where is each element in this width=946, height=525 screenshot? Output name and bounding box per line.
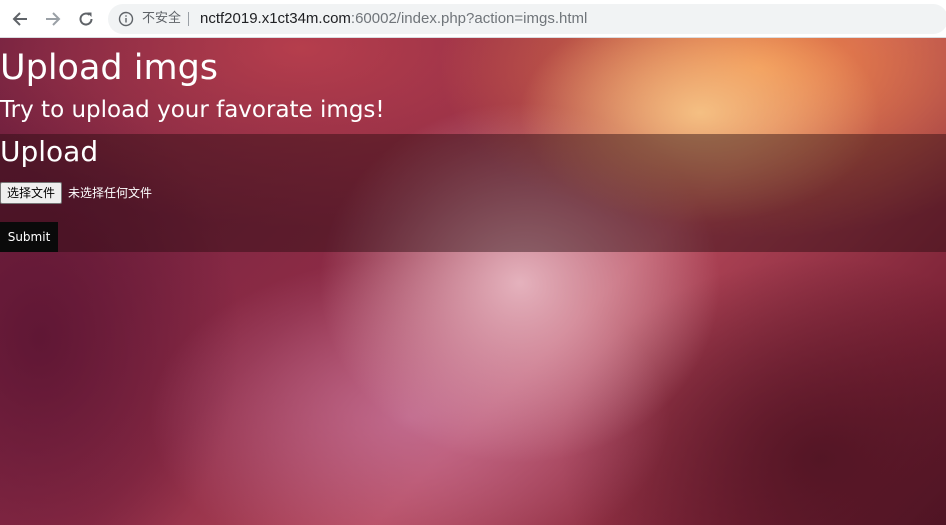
choose-file-button[interactable]: 选择文件	[0, 182, 63, 204]
reload-button[interactable]	[76, 9, 96, 29]
url-path: :60002/index.php?action=imgs.html	[350, 10, 588, 27]
browser-toolbar: 不安全 nctf2019.x1ct34m.com:60002/index.php…	[0, 0, 946, 38]
address-separator	[188, 12, 189, 26]
address-bar[interactable]: 不安全 nctf2019.x1ct34m.com:60002/index.php…	[108, 4, 946, 34]
back-arrow-icon	[12, 12, 27, 26]
reload-icon	[79, 12, 93, 26]
page-subtitle: Try to upload your favorate imgs!	[0, 97, 385, 123]
upload-heading: Upload	[0, 135, 99, 168]
url-host: nctf2019.x1ct34m.com	[200, 10, 351, 27]
page-content: Upload imgs Try to upload your favorate …	[0, 38, 946, 525]
back-button[interactable]	[10, 9, 30, 29]
forward-button[interactable]	[43, 9, 63, 29]
security-label[interactable]: 不安全	[142, 10, 181, 28]
upload-form: Upload 选择文件 未选择任何文件 Submit	[0, 134, 946, 252]
url-text[interactable]: nctf2019.x1ct34m.com:60002/index.php?act…	[200, 9, 587, 29]
page-title: Upload imgs	[0, 48, 219, 88]
forward-arrow-icon	[46, 12, 61, 26]
info-icon[interactable]	[118, 11, 134, 27]
submit-button[interactable]: Submit	[0, 222, 58, 252]
file-status-text: 未选择任何文件	[68, 186, 153, 200]
